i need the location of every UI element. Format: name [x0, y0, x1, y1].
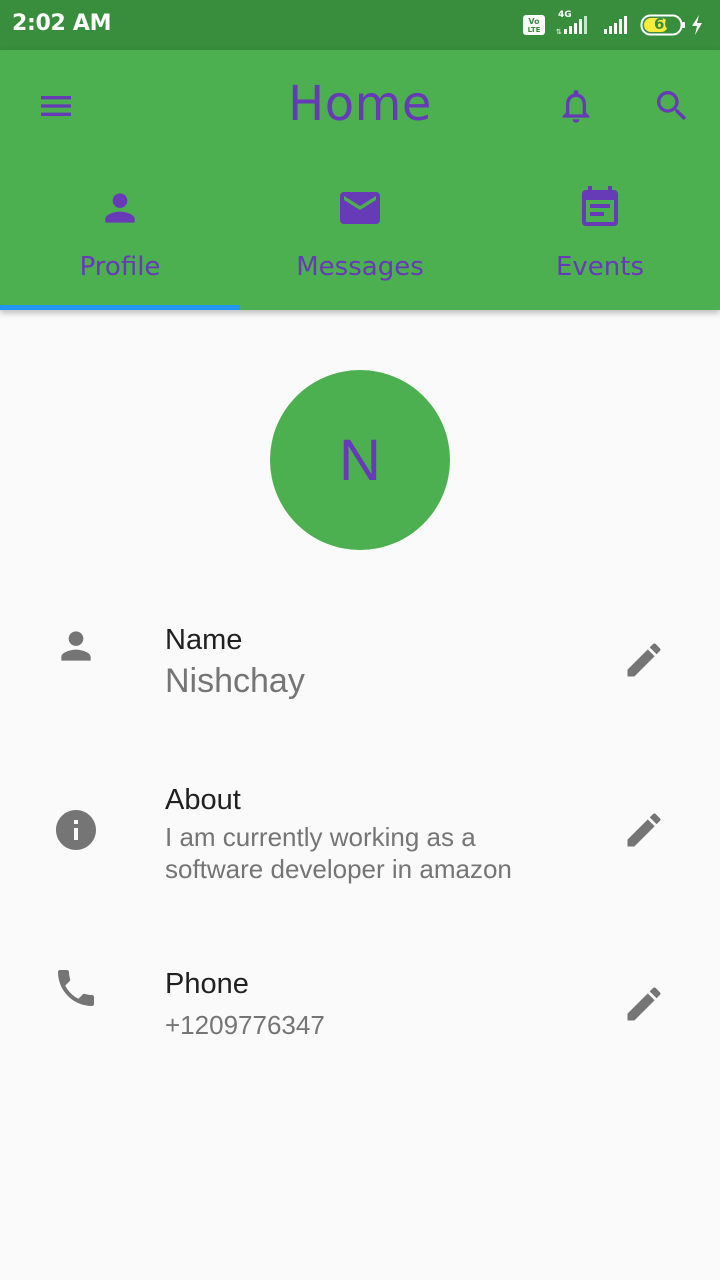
tab-indicator	[0, 305, 240, 310]
field-icon-wrap	[50, 620, 102, 672]
tab-label: Profile	[79, 252, 161, 282]
person-icon	[105, 193, 135, 223]
info-icon	[56, 810, 96, 850]
field-value-line2: software developer in amazon	[165, 854, 512, 884]
tab-icon-wrap	[240, 184, 480, 232]
field-value: I am currently working as a	[165, 822, 476, 852]
edit-icon	[627, 643, 661, 677]
calendar-icon	[582, 186, 618, 226]
signal-icon	[604, 16, 627, 34]
tab-bar: Profile Messages Events	[0, 170, 720, 310]
svg-text:LTE: LTE	[528, 26, 541, 34]
field-value: +1209776347	[165, 1010, 325, 1040]
person-icon	[61, 631, 91, 661]
status-time: 2:02 AM	[12, 11, 112, 36]
edit-about-button[interactable]	[616, 802, 672, 858]
edit-name-button[interactable]	[616, 632, 672, 688]
edit-phone-button[interactable]	[616, 976, 672, 1032]
app-bar: Home Profile Messages Events	[0, 50, 720, 310]
edit-icon	[627, 813, 661, 847]
battery-level: 60	[654, 15, 675, 33]
search-button[interactable]	[644, 78, 700, 134]
tab-events[interactable]: Events	[480, 170, 720, 310]
tab-profile[interactable]: Profile	[0, 170, 240, 310]
field-title: About	[165, 784, 241, 816]
profile-field-name: Name Nishchay	[0, 610, 720, 720]
field-icon-wrap	[50, 804, 102, 856]
tab-messages[interactable]: Messages	[240, 170, 480, 310]
avatar[interactable]: N	[270, 370, 450, 550]
field-value: Nishchay	[165, 662, 305, 700]
notifications-button[interactable]	[548, 78, 604, 134]
page-title: Home	[288, 76, 432, 132]
status-icons: Vo LTE 4G ⇅ 60	[522, 10, 712, 40]
volte-icon: Vo LTE	[523, 15, 545, 35]
charging-icon	[692, 15, 702, 35]
tab-icon-wrap	[480, 184, 720, 232]
bell-icon	[562, 90, 590, 123]
mail-icon	[340, 192, 380, 224]
search-icon	[657, 91, 687, 121]
field-title: Name	[165, 624, 243, 656]
svg-text:⇅: ⇅	[556, 28, 562, 35]
edit-icon	[627, 987, 661, 1021]
status-bar: 2:02 AM Vo LTE 4G ⇅ 60	[0, 0, 720, 50]
profile-field-phone: Phone +1209776347	[0, 960, 720, 1060]
signal-icon: ⇅	[556, 16, 587, 35]
tab-label: Messages	[296, 252, 424, 282]
tab-label: Events	[555, 252, 645, 282]
phone-icon	[58, 970, 94, 1006]
profile-field-about: About I am currently working as a softwa…	[0, 780, 720, 900]
field-title: Phone	[165, 968, 249, 1000]
tab-icon-wrap	[0, 184, 240, 232]
profile-content: N Name Nishchay About I am currently wor…	[0, 310, 720, 1280]
field-icon-wrap	[50, 962, 102, 1014]
svg-text:Vo: Vo	[528, 17, 540, 26]
